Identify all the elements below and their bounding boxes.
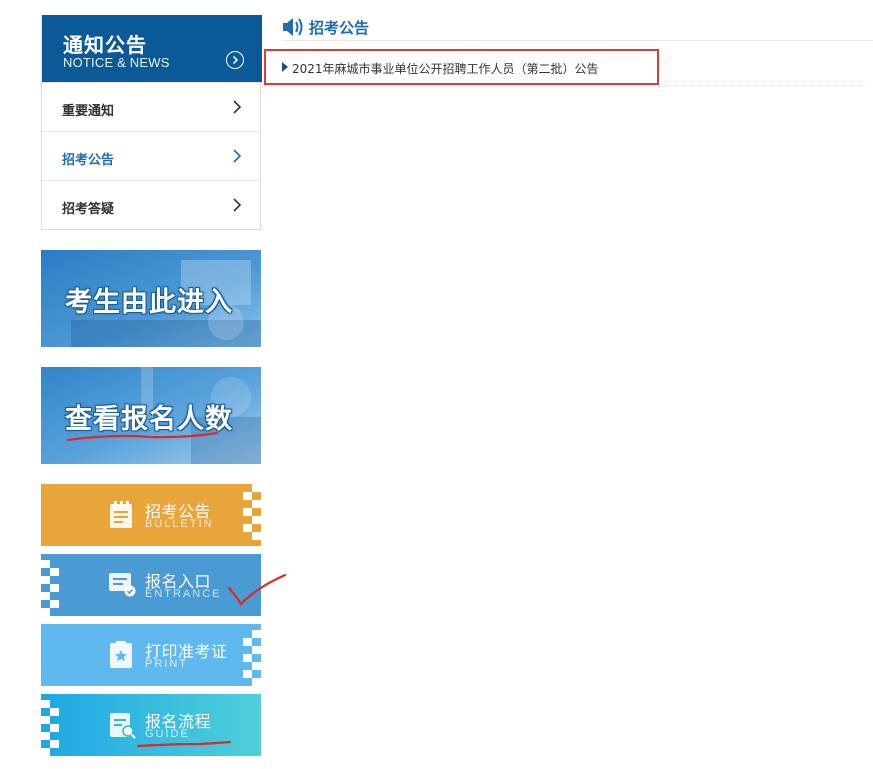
notice-subtitle: NOTICE & NEWS bbox=[63, 55, 170, 70]
tile-subtitle: GUIDE bbox=[145, 728, 190, 740]
checker-decoration bbox=[41, 700, 59, 756]
view-applicant-count-banner[interactable]: 查看报名人数 bbox=[41, 367, 261, 464]
section-title: 招考公告 bbox=[309, 19, 370, 37]
menu-item-label: 招考公告 bbox=[62, 153, 115, 168]
tile-subtitle: BULLETIN bbox=[145, 518, 214, 530]
checker-decoration bbox=[243, 630, 261, 686]
highlight-box-annotation bbox=[264, 49, 659, 85]
chevron-right-icon bbox=[233, 100, 242, 114]
menu-item-label: 招考答疑 bbox=[62, 202, 115, 217]
print-admission-ticket-tile[interactable]: 打印准考证 PRINT bbox=[41, 624, 261, 686]
chevron-right-icon bbox=[233, 149, 242, 163]
speaker-icon bbox=[283, 18, 303, 36]
bulletin-icon bbox=[110, 501, 132, 528]
menu-item-recruitment-notice[interactable]: 招考公告 bbox=[42, 131, 260, 180]
print-icon bbox=[110, 641, 132, 668]
menu-item-label: 重要通知 bbox=[62, 104, 115, 119]
banner-label: 查看报名人数 bbox=[65, 404, 233, 435]
banner-label: 考生由此进入 bbox=[65, 287, 233, 318]
menu-item-important-notice[interactable]: 重要通知 bbox=[42, 82, 260, 131]
candidate-entrance-banner[interactable]: 考生由此进入 bbox=[41, 250, 261, 347]
entrance-icon bbox=[109, 573, 136, 597]
tile-subtitle: ENTRANCE bbox=[145, 588, 222, 600]
bulletin-tile[interactable]: 招考公告 BULLETIN bbox=[41, 484, 261, 546]
notice-title: 通知公告 bbox=[63, 33, 147, 57]
menu-item-recruitment-faq[interactable]: 招考答疑 bbox=[42, 180, 260, 229]
notice-panel: 通知公告 NOTICE & NEWS 重要通知 招考公告 招考答疑 bbox=[41, 15, 262, 230]
checker-decoration bbox=[41, 560, 59, 616]
registration-guide-tile[interactable]: 报名流程 GUIDE bbox=[41, 694, 261, 756]
chevron-right-icon bbox=[233, 198, 242, 212]
notice-header[interactable]: 通知公告 NOTICE & NEWS bbox=[42, 15, 262, 82]
guide-icon bbox=[110, 713, 136, 739]
tile-subtitle: PRINT bbox=[145, 658, 188, 670]
section-divider bbox=[282, 40, 873, 41]
chevron-right-circle-icon[interactable] bbox=[226, 51, 244, 69]
checker-decoration bbox=[243, 484, 261, 540]
registration-entrance-tile[interactable]: 报名入口 ENTRANCE bbox=[41, 554, 261, 616]
